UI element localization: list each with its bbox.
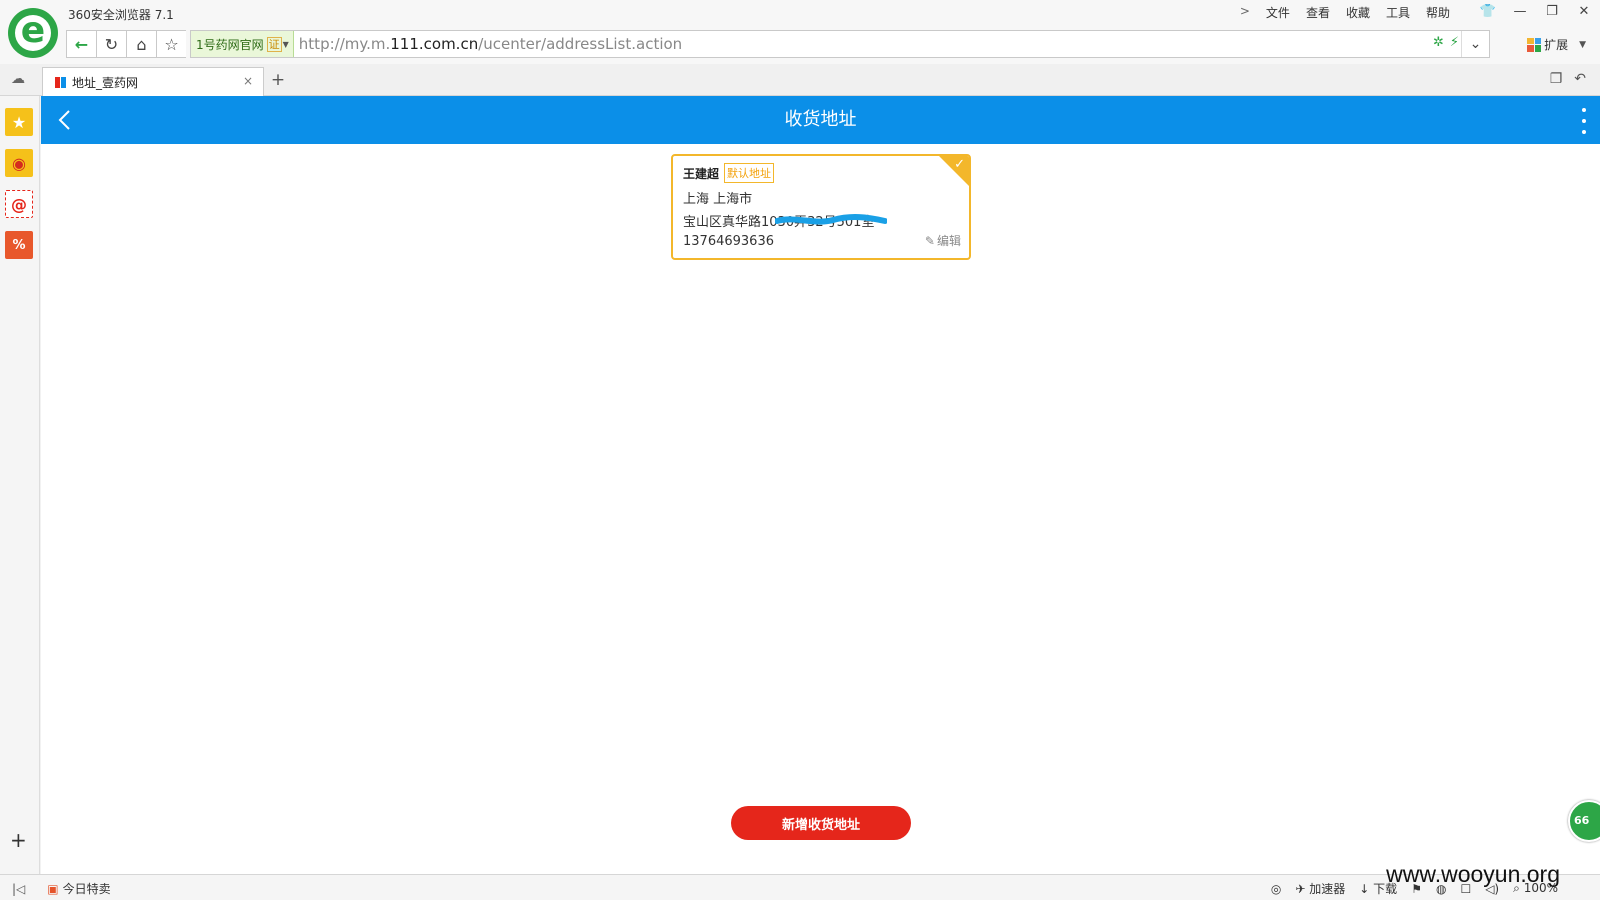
address-card[interactable]: ✓ 王建超 默认地址 上海 上海市 宝山区真华路1030弄32号501室 137…	[671, 154, 971, 260]
menu-bar: > 文件 查看 收藏 工具 帮助	[1234, 4, 1456, 21]
watermark: www.wooyun.org	[1386, 861, 1560, 887]
tab-tools: ❐ ↶	[1550, 71, 1586, 87]
menu-favorites[interactable]: 收藏	[1340, 4, 1376, 21]
extensions-dropdown-icon: ▼	[1579, 39, 1586, 50]
navigation-bar: ← ↻ ⌂ ☆ 1号药网官网 证 ▼ http://my.m.111.com.c…	[0, 26, 1600, 64]
new-tab-button[interactable]: +	[266, 70, 290, 92]
certificate-dropdown-icon: ▼	[282, 39, 289, 49]
minimize-button[interactable]: —	[1504, 0, 1536, 22]
sidebar: ★ ◉ @ % +	[0, 96, 40, 874]
nav-buttons: ← ↻ ⌂ ☆	[66, 30, 186, 58]
weibo-icon[interactable]: ◉	[5, 149, 33, 177]
tab-close-icon[interactable]: ×	[243, 74, 253, 88]
redaction-scribble	[775, 214, 887, 225]
tab-title: 地址_壹药网	[72, 75, 139, 90]
url-path: /ucenter/addressList.action	[478, 35, 683, 53]
security-scan-icon[interactable]: ✲	[1433, 35, 1444, 50]
skin-icon[interactable]: 👕	[1472, 0, 1504, 22]
more-options-icon[interactable]	[1580, 108, 1588, 134]
extensions-label: 扩展	[1544, 38, 1569, 52]
undo-close-tab-icon[interactable]: ↶	[1574, 71, 1586, 87]
certificate-badge: 证	[266, 36, 282, 52]
page-title: 收货地址	[784, 109, 857, 130]
edit-label: 编辑	[936, 234, 961, 248]
address-header: 王建超 默认地址	[683, 163, 775, 183]
gift-icon: ▣	[47, 881, 59, 896]
mail-icon[interactable]: @	[5, 190, 33, 218]
recipient-phone: 13764693636	[683, 234, 774, 249]
status-left: |◁ ▣ 今日特卖	[12, 880, 111, 897]
cloud-sync-icon[interactable]: ☁	[11, 71, 25, 87]
window-controls: 👕 — ❐ ✕	[1472, 0, 1600, 22]
menu-file[interactable]: 文件	[1260, 4, 1296, 21]
address-dropdown-icon[interactable]: ⌄	[1461, 31, 1489, 57]
add-address-button[interactable]: 新增收货地址	[731, 806, 911, 840]
close-window-button[interactable]: ✕	[1568, 0, 1600, 22]
tab-bar: ☁ 地址_壹药网 × + ❐ ↶	[0, 64, 1600, 96]
site-favicon-icon	[55, 76, 66, 88]
certificate-label: 1号药网官网	[196, 37, 264, 52]
back-button[interactable]: ←	[66, 30, 96, 58]
edit-address-button[interactable]: ✎ 编辑	[925, 232, 961, 249]
today-deal-link[interactable]: 今日特卖	[63, 880, 111, 897]
home-button[interactable]: ⌂	[126, 30, 156, 58]
speed-mode-icon[interactable]: ⚡	[1450, 35, 1459, 50]
checkmark-icon: ✓	[954, 157, 965, 172]
menu-view[interactable]: 查看	[1300, 4, 1336, 21]
status-bar: |◁ ▣ 今日特卖 ◎ ✈ 加速器 ↓ 下载 ⚑ ◍ ☐ ◁) ⌕ 100%	[0, 874, 1600, 900]
menu-tools[interactable]: 工具	[1380, 4, 1416, 21]
favorites-star-icon[interactable]: ★	[5, 108, 33, 136]
url-prefix: http://my.m.	[298, 35, 391, 53]
discount-icon[interactable]: %	[5, 231, 33, 259]
refresh-button[interactable]: ↻	[96, 30, 126, 58]
menu-help[interactable]: 帮助	[1420, 4, 1456, 21]
header-back-icon[interactable]	[53, 106, 79, 134]
download-arrow-icon: ↓	[1359, 882, 1370, 896]
default-address-badge: 默认地址	[724, 163, 775, 183]
sidebar-add-button[interactable]: +	[10, 828, 27, 852]
extensions-button[interactable]: 扩展 ▼	[1527, 36, 1586, 53]
web-content: 收货地址 ✓ 王建超 默认地址 上海 上海市 宝山区真华路1030弄32号501…	[41, 96, 1600, 874]
rocket-icon: ✈	[1295, 882, 1306, 896]
accelerator-label: 加速器	[1309, 882, 1346, 896]
ie-mode-icon[interactable]: ◎	[1271, 882, 1281, 896]
address-bar[interactable]: 1号药网官网 证 ▼ http://my.m.111.com.cn/ucente…	[190, 30, 1490, 58]
favorite-star-button[interactable]: ☆	[156, 30, 186, 58]
site-certificate[interactable]: 1号药网官网 证 ▼	[191, 31, 294, 57]
pencil-icon: ✎	[924, 233, 935, 248]
tab-list-icon[interactable]: ❐	[1550, 71, 1563, 87]
url-text[interactable]: http://my.m.111.com.cn/ucenter/addressLi…	[299, 35, 682, 53]
menu-chevron-icon[interactable]: >	[1234, 4, 1256, 21]
title-bar: 360安全浏览器 7.1 > 文件 查看 收藏 工具 帮助 👕 — ❐ ✕	[0, 0, 1600, 26]
recipient-name: 王建超	[683, 166, 720, 181]
address-bar-icons: ✲ ⚡	[1433, 35, 1459, 50]
maximize-button[interactable]: ❐	[1536, 0, 1568, 22]
address-region: 上海 上海市	[683, 192, 753, 207]
browser-logo-icon[interactable]	[8, 8, 58, 58]
collapse-sidebar-icon[interactable]: |◁	[12, 882, 25, 896]
url-domain: 111.com.cn	[390, 35, 479, 53]
tab-address-list[interactable]: 地址_壹药网 ×	[42, 67, 264, 96]
extensions-grid-icon	[1527, 37, 1542, 52]
accelerator-button[interactable]: ✈ 加速器	[1295, 880, 1345, 897]
page-header: 收货地址	[41, 96, 1600, 144]
floating-speed-badge[interactable]: 66	[1568, 800, 1600, 842]
app-title: 360安全浏览器 7.1	[68, 8, 174, 22]
